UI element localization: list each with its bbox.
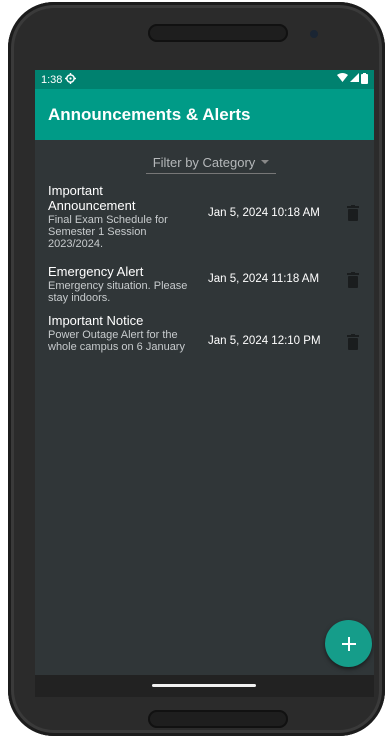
settings-icon	[65, 72, 77, 87]
device-frame: 1:38 Announcements & Alerts Filter by Ca…	[8, 2, 385, 736]
announcement-body: Power Outage Alert for the whole campus …	[48, 329, 185, 353]
announcement-title: Emergency Alert	[48, 264, 144, 279]
delete-icon[interactable]	[347, 272, 359, 288]
front-camera	[310, 30, 318, 38]
announcement-date: Jan 5, 2024 10:18 AM	[208, 207, 320, 219]
category-filter-dropdown[interactable]: Filter by Category	[146, 151, 276, 174]
home-gesture-handle[interactable]	[152, 684, 256, 687]
navigation-bar	[35, 675, 374, 697]
announcement-item[interactable]: Emergency Alert Emergency situation. Ple…	[48, 264, 368, 304]
status-time: 1:38	[41, 73, 63, 86]
wifi-icon	[337, 73, 348, 86]
announcement-body: Final Exam Schedule for Semester 1 Sessi…	[48, 214, 168, 250]
announcement-title: Important Announcement	[48, 183, 136, 213]
status-bar: 1:38	[35, 70, 374, 89]
screen: 1:38 Announcements & Alerts Filter by Ca…	[35, 70, 374, 697]
battery-icon	[361, 72, 368, 87]
bottom-speaker	[148, 710, 288, 728]
add-announcement-button[interactable]	[325, 620, 372, 667]
earpiece-speaker	[148, 24, 288, 42]
announcement-body: Emergency situation. Please stay indoors…	[48, 280, 188, 304]
page-title: Announcements & Alerts	[48, 104, 251, 124]
category-filter-label: Filter by Category	[152, 154, 256, 170]
app-bar: Announcements & Alerts	[35, 89, 374, 140]
plus-icon	[341, 636, 356, 651]
announcement-item[interactable]: Important Announcement Final Exam Schedu…	[48, 183, 368, 250]
announcement-date: Jan 5, 2024 11:18 AM	[208, 273, 320, 285]
dropdown-arrow-icon	[261, 160, 270, 164]
announcement-item[interactable]: Important Notice Power Outage Alert for …	[48, 313, 368, 353]
announcement-date: Jan 5, 2024 12:10 PM	[208, 335, 321, 347]
delete-icon[interactable]	[347, 205, 359, 221]
delete-icon[interactable]	[347, 334, 359, 350]
announcement-title: Important Notice	[48, 313, 144, 328]
signal-icon	[350, 73, 359, 86]
